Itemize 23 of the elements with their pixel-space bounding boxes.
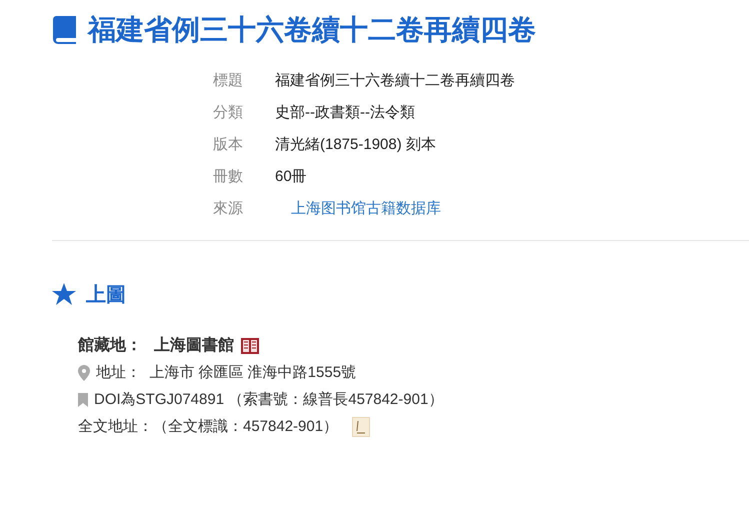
field-value: 清光緒(1875-1908) 刻本 [275, 136, 436, 153]
field-label: 標題 [213, 71, 244, 91]
library-icon [240, 336, 260, 354]
star-icon [52, 283, 76, 306]
source-link[interactable]: 上海图书馆古籍数据库 [275, 200, 441, 217]
library-name: 上海圖書館 [154, 336, 234, 356]
document-icon[interactable] [352, 416, 370, 436]
field-label: 版本 [213, 135, 244, 155]
page-title: 福建省例三十六卷續十二卷再續四卷 [88, 13, 536, 47]
field-value: 史部--政書類--法令類 [275, 104, 415, 121]
bookmark-icon [78, 392, 88, 406]
address-text: 地址： 上海市 徐匯區 淮海中路1555號 [96, 363, 356, 383]
doi-text: DOI為STGJ074891 （索書號：線普長457842-901） [94, 390, 444, 410]
field-value: 福建省例三十六卷續十二卷再續四卷 [275, 72, 515, 89]
section-title: 上圖 [86, 283, 126, 308]
field-value: 60冊 [275, 168, 307, 185]
fulltext-text: 全文地址：（全文標識：457842-901） [78, 417, 338, 437]
field-label: 冊數 [213, 167, 244, 187]
holding-label: 館藏地： [78, 335, 142, 356]
field-label: 分類 [213, 103, 244, 123]
field-label: 來源 [213, 199, 244, 219]
location-pin-icon [78, 364, 90, 380]
book-icon [52, 15, 78, 45]
